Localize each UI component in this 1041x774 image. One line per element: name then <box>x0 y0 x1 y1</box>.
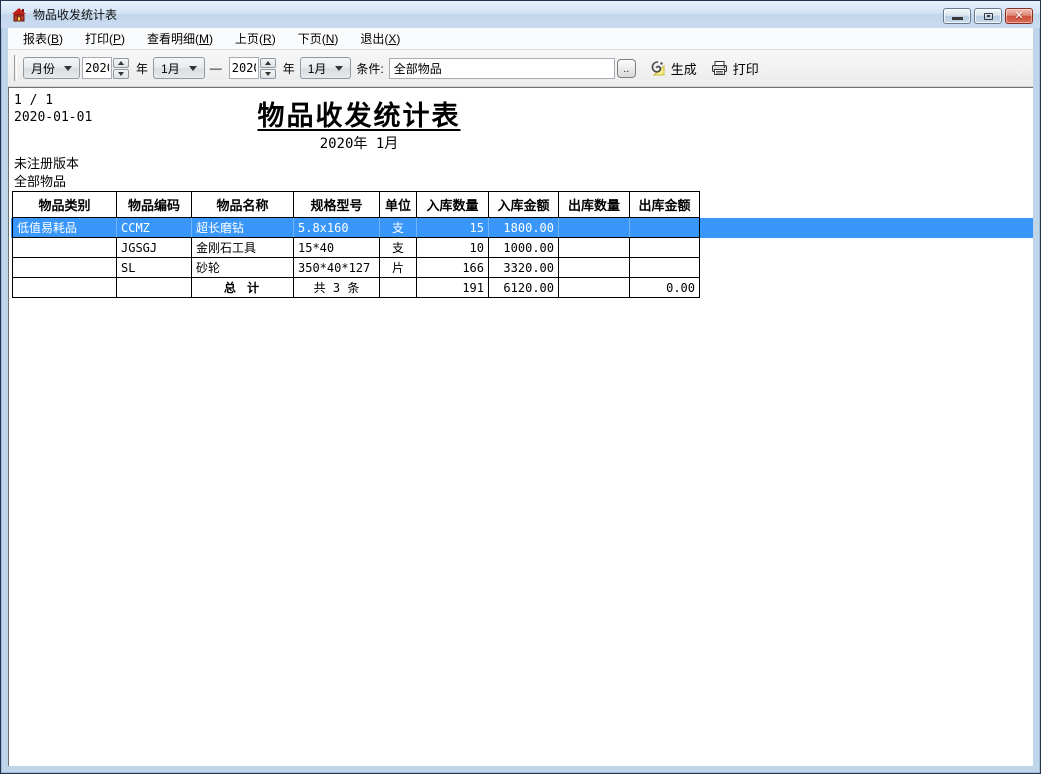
down-arrow-icon <box>265 72 271 76</box>
from-year-spinner <box>82 57 129 79</box>
chevron-down-icon <box>64 66 72 71</box>
menu-exit[interactable]: 退出(X) <box>349 27 411 50</box>
generate-swirl-icon <box>650 60 666 76</box>
col-out-amount: 出库金额 <box>630 192 700 218</box>
up-arrow-icon <box>265 61 271 65</box>
toolbar: 月份 年 1月 — <box>8 50 1033 87</box>
printer-icon <box>711 60 728 76</box>
down-arrow-icon <box>118 72 124 76</box>
table-total-row: 总 计 共 3 条 191 6120.00 0.00 <box>13 278 700 298</box>
menu-view-detail[interactable]: 查看明细(M) <box>136 27 224 50</box>
version-note: 未注册版本 <box>14 153 79 172</box>
generate-button[interactable]: 生成 <box>650 59 697 78</box>
minimize-button[interactable] <box>943 8 971 24</box>
chevron-down-icon <box>189 66 197 71</box>
report-subtitle: 2020年 1月 <box>9 133 709 153</box>
period-mode-select[interactable]: 月份 <box>23 57 80 79</box>
ellipsis-icon: .. <box>623 65 629 73</box>
from-year-input[interactable] <box>82 57 112 79</box>
home-icon <box>11 7 27 23</box>
col-out-qty: 出库数量 <box>559 192 630 218</box>
from-year-down-button[interactable] <box>113 69 129 79</box>
close-button[interactable]: ✕ <box>1005 8 1033 24</box>
col-in-amount: 入库金额 <box>489 192 559 218</box>
report-canvas: 1 / 1 2020-01-01 物品收发统计表 2020年 1月 未注册版本 … <box>8 87 1033 766</box>
menubar: 报表(B) 打印(P) 查看明细(M) 上页(R) 下页(N) 退出(X) <box>8 28 1033 50</box>
minimize-icon <box>952 17 963 20</box>
client-area: 报表(B) 打印(P) 查看明细(M) 上页(R) 下页(N) 退出(X) 月份… <box>8 28 1033 766</box>
chevron-down-icon <box>335 66 343 71</box>
to-year-label: 年 <box>283 60 295 77</box>
col-name: 物品名称 <box>192 192 294 218</box>
scope-note: 全部物品 <box>14 171 66 190</box>
titlebar: 物品收发统计表 ✕ <box>1 1 1040 28</box>
table-row[interactable]: JGSGJ 金刚石工具 15*40 支 10 1000.00 <box>13 238 700 258</box>
restore-icon <box>984 13 993 20</box>
close-icon: ✕ <box>1014 11 1023 22</box>
col-spec: 规格型号 <box>294 192 380 218</box>
total-count: 共 3 条 <box>294 278 380 298</box>
window-title: 物品收发统计表 <box>33 6 117 23</box>
total-label: 总 计 <box>192 278 294 298</box>
to-month-select[interactable]: 1月 <box>300 57 352 79</box>
restore-button[interactable] <box>974 8 1002 24</box>
to-year-input[interactable] <box>229 57 259 79</box>
print-button[interactable]: 打印 <box>711 59 759 78</box>
range-dash: — <box>210 61 222 75</box>
browse-button[interactable]: .. <box>617 59 636 78</box>
report-title: 物品收发统计表 <box>9 94 709 133</box>
col-in-qty: 入库数量 <box>417 192 489 218</box>
up-arrow-icon <box>118 61 124 65</box>
to-year-up-button[interactable] <box>260 58 276 68</box>
toolbar-gripper[interactable] <box>14 55 17 81</box>
to-year-down-button[interactable] <box>260 69 276 79</box>
col-category: 物品类别 <box>13 192 117 218</box>
from-year-label: 年 <box>136 60 148 77</box>
table-row[interactable]: SL 砂轮 350*40*127 片 166 3320.00 <box>13 258 700 278</box>
condition-label: 条件: <box>356 60 383 77</box>
from-year-up-button[interactable] <box>113 58 129 68</box>
window-controls: ✕ <box>943 8 1033 24</box>
condition-input[interactable] <box>389 58 615 79</box>
table-row[interactable]: 低值易耗品 CCMZ 超长磨钻 5.8x160 支 15 1800.00 <box>13 218 700 238</box>
table-header-row: 物品类别 物品编码 物品名称 规格型号 单位 入库数量 入库金额 出库数量 出库… <box>13 192 700 218</box>
to-year-spinner <box>229 57 276 79</box>
menu-next-page[interactable]: 下页(N) <box>287 27 350 50</box>
menu-prev-page[interactable]: 上页(R) <box>224 27 287 50</box>
app-window: 物品收发统计表 ✕ 报表(B) 打印(P) 查看明细(M) 上页(R) 下页(N… <box>0 0 1041 774</box>
col-unit: 单位 <box>380 192 417 218</box>
statistics-table: 物品类别 物品编码 物品名称 规格型号 单位 入库数量 入库金额 出库数量 出库… <box>12 191 700 298</box>
col-code: 物品编码 <box>117 192 192 218</box>
menu-report[interactable]: 报表(B) <box>12 27 74 50</box>
from-month-select[interactable]: 1月 <box>153 57 205 79</box>
menu-print[interactable]: 打印(P) <box>74 27 136 50</box>
